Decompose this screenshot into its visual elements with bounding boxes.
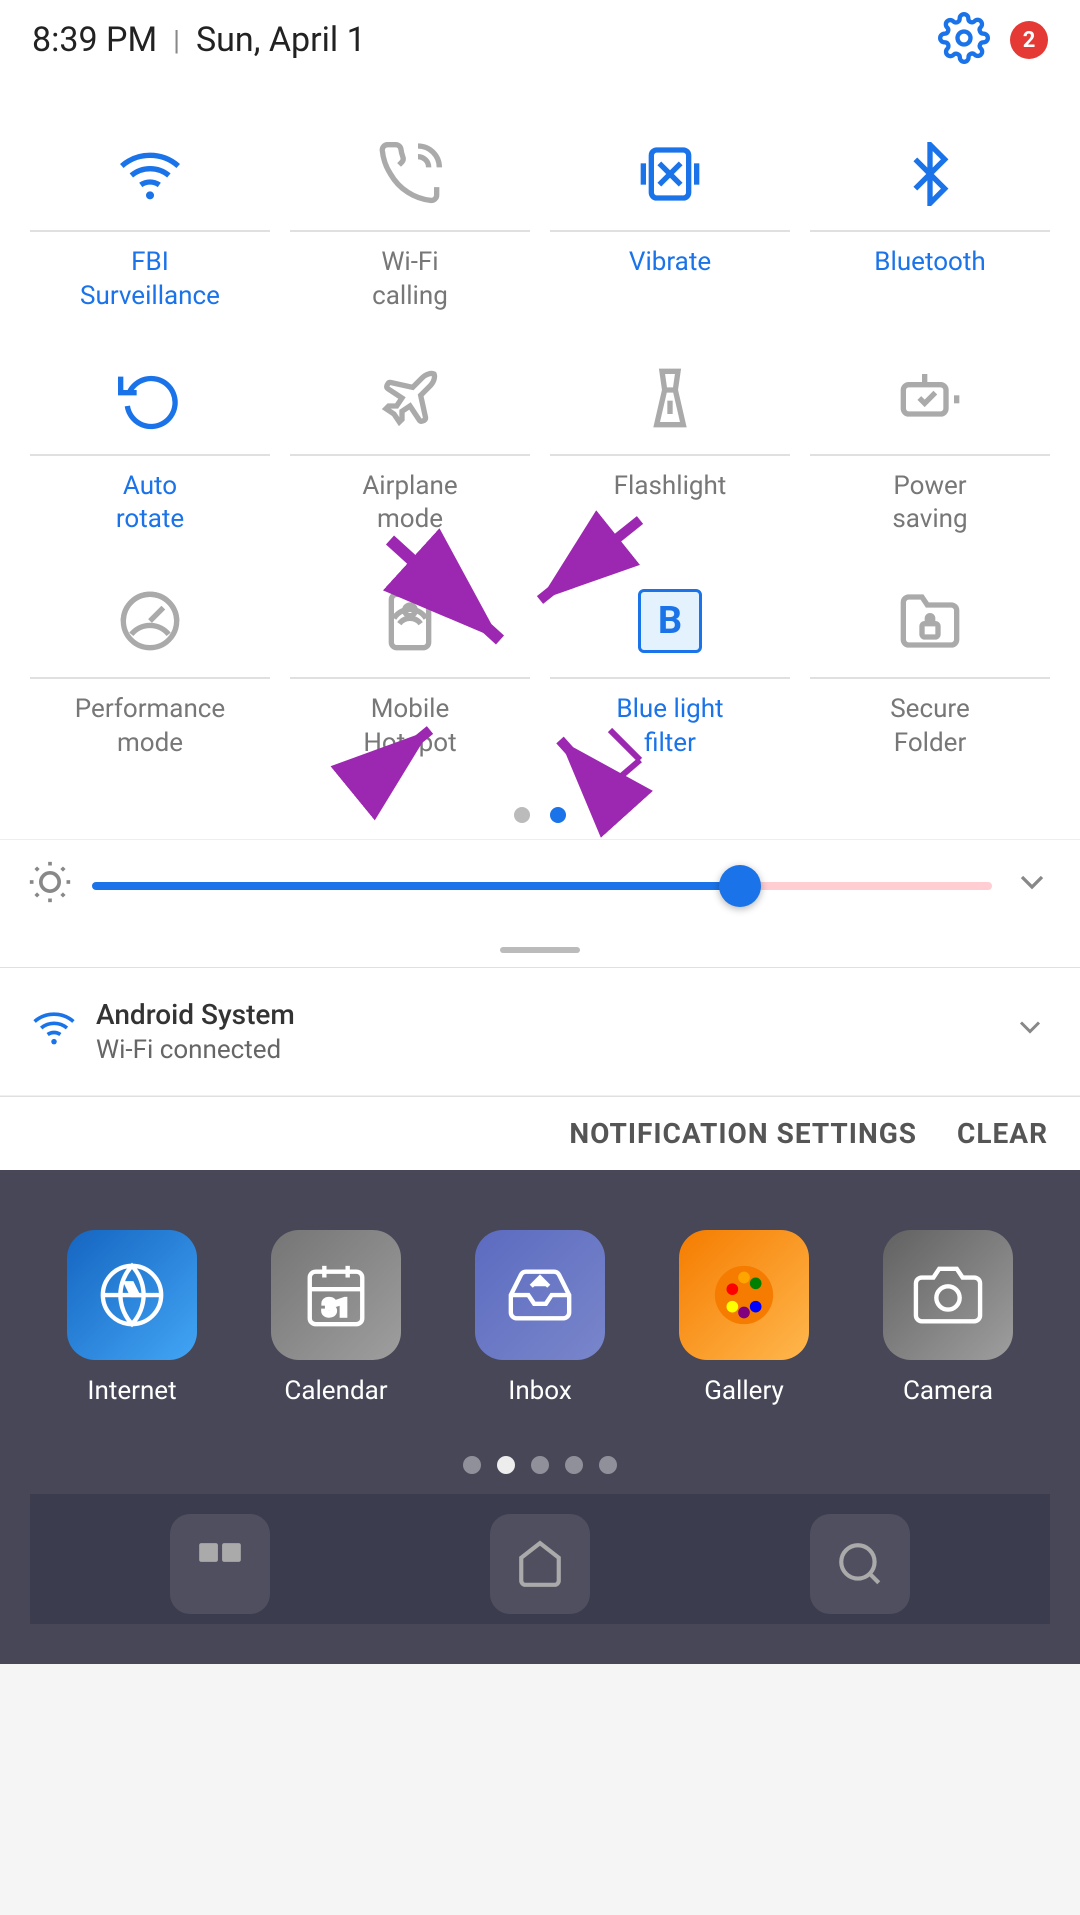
settings-button[interactable] <box>938 12 990 68</box>
qs-auto-rotate-label: Autorotate <box>116 470 184 538</box>
status-icons: 2 <box>938 12 1048 68</box>
secure-folder-icon <box>890 581 970 661</box>
app-gallery[interactable]: Gallery <box>679 1230 809 1406</box>
status-time: 8:39 PM <box>32 20 157 60</box>
app-camera[interactable]: Camera <box>883 1230 1013 1406</box>
blue-light-icon: B <box>630 581 710 661</box>
brightness-expand-button[interactable] <box>1012 862 1052 911</box>
brightness-slider[interactable] <box>92 880 992 892</box>
qs-blue-light-filter[interactable]: B Blue lightfilter <box>540 557 800 781</box>
qs-vibrate-label: Vibrate <box>629 246 711 280</box>
auto-rotate-icon <box>110 358 190 438</box>
clear-button[interactable]: CLEAR <box>957 1117 1048 1150</box>
notif-source: Android System <box>96 998 295 1031</box>
brightness-track <box>92 882 992 890</box>
qs-secure-folder[interactable]: SecureFolder <box>800 557 1060 781</box>
vibrate-icon <box>630 134 710 214</box>
home-dot-2 <box>497 1456 515 1474</box>
notification-settings-button[interactable]: NOTIFICATION SETTINGS <box>569 1117 917 1150</box>
qs-power-saving-label: Powersaving <box>892 470 967 538</box>
notification-badge[interactable]: 2 <box>1010 21 1048 59</box>
app-inbox-label: Inbox <box>508 1376 572 1406</box>
qs-performance-mode[interactable]: Performancemode <box>20 557 280 781</box>
wifi-icon <box>110 134 190 214</box>
qs-page-dots <box>0 791 1080 839</box>
qs-hotspot-label: MobileHotspot <box>363 693 456 761</box>
dock-item-3[interactable] <box>810 1514 910 1614</box>
camera-icon <box>883 1230 1013 1360</box>
inbox-icon <box>475 1230 605 1360</box>
qs-fbi-label: FBISurveillance <box>80 246 220 314</box>
dock-item-2[interactable] <box>490 1514 590 1614</box>
app-calendar[interactable]: 31 Calendar <box>271 1230 401 1406</box>
notif-actions: NOTIFICATION SETTINGS CLEAR <box>0 1096 1080 1170</box>
status-separator: | <box>173 24 180 57</box>
app-camera-label: Camera <box>903 1376 993 1406</box>
home-dot-3 <box>531 1456 549 1474</box>
brightness-thumb <box>719 865 761 907</box>
homescreen: Internet 31 Calendar <box>0 1170 1080 1664</box>
qs-grid: FBISurveillance Wi-Ficalling <box>0 100 1080 791</box>
qs-airplane-label: Airplanemode <box>362 470 457 538</box>
notif-expand-icon[interactable] <box>1012 1009 1048 1054</box>
qs-wifi-calling[interactable]: Wi-Ficalling <box>280 110 540 334</box>
gallery-icon <box>679 1230 809 1360</box>
qs-fbi-surveillance[interactable]: FBISurveillance <box>20 110 280 334</box>
notification-item-wifi[interactable]: Android System Wi-Fi connected <box>0 968 1080 1096</box>
qs-flashlight-label: Flashlight <box>614 470 727 504</box>
qs-auto-rotate[interactable]: Autorotate <box>20 334 280 558</box>
qs-flashlight[interactable]: Flashlight <box>540 334 800 558</box>
power-saving-icon <box>890 358 970 438</box>
qs-secure-folder-label: SecureFolder <box>890 693 970 761</box>
notif-wifi-icon <box>32 1005 76 1058</box>
bluetooth-icon <box>890 134 970 214</box>
airplane-icon <box>370 358 450 438</box>
flashlight-icon <box>630 358 710 438</box>
qs-bluetooth[interactable]: Bluetooth <box>800 110 1060 334</box>
app-internet-label: Internet <box>87 1376 176 1406</box>
brightness-row <box>0 839 1080 933</box>
app-gallery-label: Gallery <box>704 1376 784 1406</box>
qs-bluetooth-label: Bluetooth <box>874 246 985 280</box>
internet-icon <box>67 1230 197 1360</box>
status-date: Sun, April 1 <box>196 20 366 60</box>
home-page-dots <box>30 1436 1050 1494</box>
home-dot-5 <box>599 1456 617 1474</box>
bottom-dock <box>30 1494 1050 1624</box>
wifi-calling-icon <box>370 134 450 214</box>
dot-1 <box>514 807 530 823</box>
home-dot-4 <box>565 1456 583 1474</box>
notif-status: Wi-Fi connected <box>96 1035 295 1065</box>
qs-wifi-calling-label: Wi-Ficalling <box>372 246 448 314</box>
qs-power-saving[interactable]: Powersaving <box>800 334 1060 558</box>
app-inbox[interactable]: Inbox <box>475 1230 605 1406</box>
app-grid: Internet 31 Calendar <box>30 1210 1050 1436</box>
brightness-icon <box>28 860 72 913</box>
qs-blue-light-label: Blue lightfilter <box>616 693 723 761</box>
speedometer-icon <box>110 581 190 661</box>
qs-performance-label: Performancemode <box>75 693 225 761</box>
notification-area: Android System Wi-Fi connected NOTIFICAT… <box>0 967 1080 1170</box>
dot-2 <box>550 807 566 823</box>
drag-handle-bar <box>500 947 580 953</box>
hotspot-icon <box>370 581 450 661</box>
qs-vibrate[interactable]: Vibrate <box>540 110 800 334</box>
app-calendar-label: Calendar <box>284 1376 387 1406</box>
drag-handle[interactable] <box>0 933 1080 967</box>
home-dot-1 <box>463 1456 481 1474</box>
dock-item-1[interactable] <box>170 1514 270 1614</box>
qs-airplane-mode[interactable]: Airplanemode <box>280 334 540 558</box>
app-internet[interactable]: Internet <box>67 1230 197 1406</box>
calendar-icon: 31 <box>271 1230 401 1360</box>
qs-mobile-hotspot[interactable]: MobileHotspot <box>280 557 540 781</box>
svg-text:31: 31 <box>323 1293 350 1321</box>
status-bar: 8:39 PM | Sun, April 1 2 <box>0 0 1080 80</box>
quick-settings-panel: FBISurveillance Wi-Ficalling <box>0 80 1080 967</box>
